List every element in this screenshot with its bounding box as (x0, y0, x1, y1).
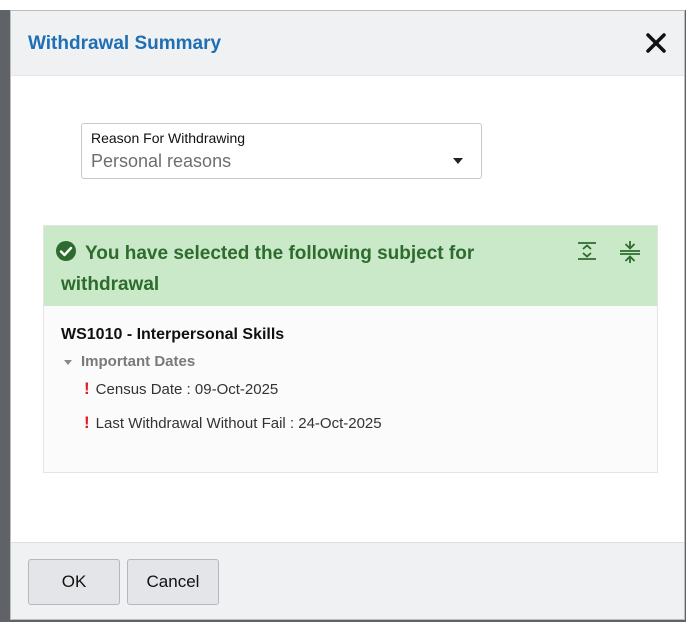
date-item: ! Last Withdrawal Without Fail : 24-Oct-2… (84, 413, 382, 433)
date-item: ! Census Date : 09-Oct-2025 (84, 379, 278, 399)
date-item-text: Last Withdrawal Without Fail : 24-Oct-20… (95, 415, 382, 432)
dialog-footer: OK Cancel (11, 542, 684, 619)
reason-select-label: Reason For Withdrawing (91, 130, 246, 146)
warning-icon: ! (84, 413, 90, 432)
subject-title: WS1010 - Interpersonal Skills (61, 326, 285, 343)
dropdown-arrow-icon (453, 158, 463, 164)
date-item-text: Census Date : 09-Oct-2025 (95, 381, 279, 398)
caret-down-icon (64, 360, 72, 365)
warning-icon: ! (84, 379, 90, 398)
ok-button[interactable]: OK (28, 559, 120, 605)
summary-panel: You have selected the following subject … (43, 225, 658, 473)
close-icon (646, 33, 666, 53)
background-page (0, 0, 686, 10)
collapse-all-icon[interactable] (618, 240, 642, 264)
withdrawal-summary-dialog: Withdrawal Summary Reason For Withdrawin… (10, 10, 685, 620)
important-dates-label: Important Dates (81, 353, 196, 370)
reason-select-value: Personal reasons (91, 151, 232, 171)
summary-message: You have selected the following subject … (61, 243, 475, 295)
cancel-button[interactable]: Cancel (127, 559, 219, 605)
dialog-title: Withdrawal Summary (28, 33, 222, 54)
summary-panel-header: You have selected the following subject … (44, 226, 657, 306)
reason-select[interactable]: Reason For Withdrawing Personal reasons (81, 123, 482, 179)
expand-all-icon[interactable] (576, 240, 598, 262)
close-button[interactable] (642, 29, 670, 57)
screen: Withdrawal Summary Reason For Withdrawin… (0, 0, 686, 622)
dialog-header: Withdrawal Summary (11, 11, 684, 76)
